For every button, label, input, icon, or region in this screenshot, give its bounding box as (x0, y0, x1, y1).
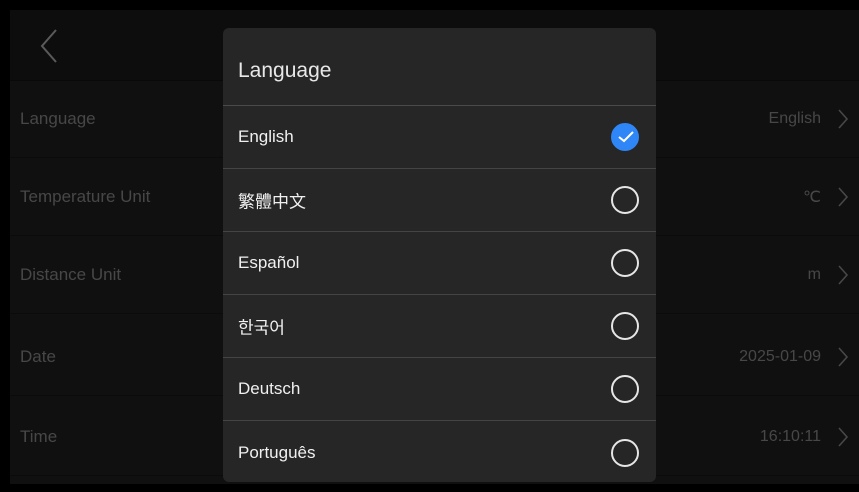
option-label: Português (238, 442, 316, 462)
radio-unchecked-icon[interactable] (611, 375, 639, 403)
check-icon (618, 131, 634, 143)
option-label: English (238, 127, 294, 146)
language-dialog: Language English 繁體中文 Español 한국어 Deutsc… (223, 28, 656, 482)
option-label: Deutsch (238, 379, 301, 398)
language-option-english[interactable]: English (223, 106, 656, 169)
radio-unchecked-icon[interactable] (611, 312, 639, 340)
language-option-korean[interactable]: 한국어 (223, 295, 656, 358)
option-label: Español (238, 253, 300, 272)
radio-unchecked-icon[interactable] (611, 186, 639, 214)
radio-checked-icon[interactable] (611, 123, 639, 151)
settings-screen: Language & Units Settings Language Engli… (10, 10, 859, 484)
language-option-german[interactable]: Deutsch (223, 358, 656, 421)
radio-unchecked-icon[interactable] (611, 249, 639, 277)
option-label: 繁體中文 (238, 192, 306, 212)
radio-unchecked-icon[interactable] (611, 438, 639, 467)
option-label: 한국어 (238, 318, 285, 338)
language-option-traditional-chinese[interactable]: 繁體中文 (223, 169, 656, 232)
language-option-portuguese[interactable]: Português (223, 421, 656, 482)
language-option-spanish[interactable]: Español (223, 232, 656, 295)
dialog-title: Language (223, 28, 656, 106)
